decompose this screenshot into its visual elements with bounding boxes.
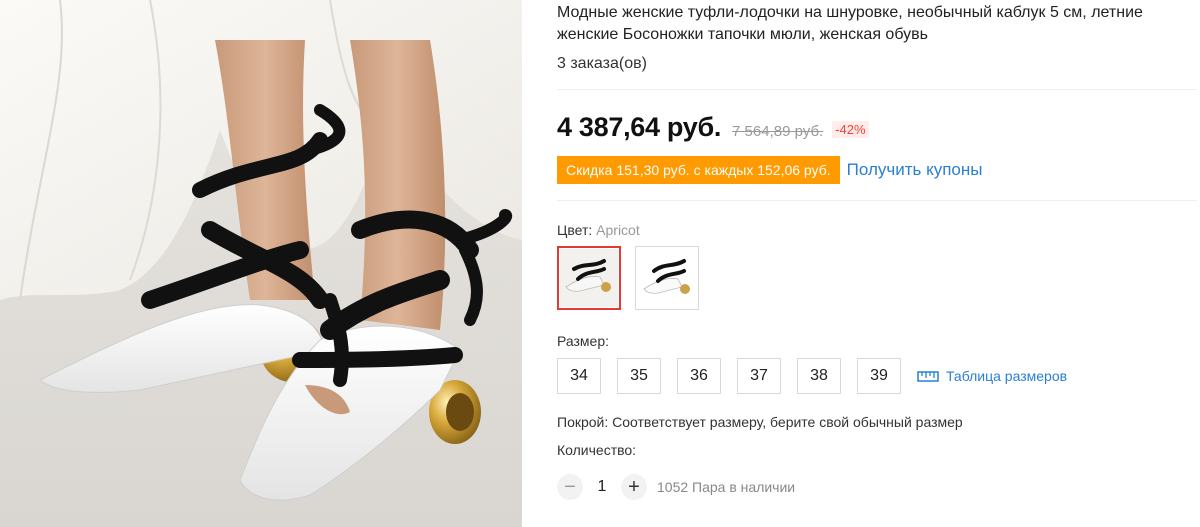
- size-label: Размер:: [557, 333, 610, 349]
- quantity-stepper: − 1 + 1052 Пара в наличии: [557, 474, 795, 500]
- size-option-34[interactable]: 34: [557, 358, 601, 394]
- stock-info: 1052 Пара в наличии: [657, 479, 796, 495]
- coupon-tag: Скидка 151,30 руб. с каждых 152,06 руб.: [557, 156, 840, 184]
- discount-badge: -42%: [832, 121, 869, 138]
- size-option-38[interactable]: 38: [797, 358, 841, 394]
- black-white-shoe-thumb: [560, 249, 618, 307]
- plus-icon: +: [628, 475, 640, 498]
- minus-icon: −: [564, 475, 576, 498]
- product-photo: [0, 0, 522, 527]
- divider: [557, 89, 1197, 90]
- size-options: 34 35 36 37 38 39 Таблица размеров: [557, 358, 1067, 394]
- increase-quantity-button[interactable]: +: [621, 474, 647, 500]
- color-swatch-apricot[interactable]: [557, 246, 621, 310]
- orders-count: 3 заказа(ов): [557, 55, 647, 72]
- color-label-row: Цвет: Apricot: [557, 222, 640, 238]
- white-black-shoe-thumb: [638, 249, 696, 307]
- color-swatches: [557, 246, 699, 310]
- decrease-quantity-button[interactable]: −: [557, 474, 583, 500]
- price-row: 4 387,64 руб. 7 564,89 руб. -42%: [557, 112, 869, 143]
- get-coupons-link[interactable]: Получить купоны: [847, 160, 983, 180]
- size-option-37[interactable]: 37: [737, 358, 781, 394]
- coupon-row: Скидка 151,30 руб. с каждых 152,06 руб. …: [557, 156, 982, 184]
- fit-info: Покрой: Соответствует размеру, берите св…: [557, 414, 963, 430]
- color-value: Apricot: [596, 222, 640, 238]
- quantity-value[interactable]: 1: [583, 478, 621, 496]
- color-label: Цвет:: [557, 222, 593, 238]
- size-option-36[interactable]: 36: [677, 358, 721, 394]
- color-swatch-white[interactable]: [635, 246, 699, 310]
- product-image[interactable]: [0, 0, 522, 527]
- product-title: Модные женские туфли-лодочки на шнуровке…: [557, 4, 1143, 43]
- old-price: 7 564,89 руб.: [732, 123, 824, 140]
- divider: [557, 200, 1197, 201]
- quantity-label: Количество:: [557, 442, 637, 458]
- ruler-icon: [917, 371, 939, 382]
- current-price: 4 387,64 руб.: [557, 112, 722, 142]
- size-option-35[interactable]: 35: [617, 358, 661, 394]
- size-table-label: Таблица размеров: [946, 368, 1068, 384]
- size-table-link[interactable]: Таблица размеров: [917, 368, 1067, 384]
- size-option-39[interactable]: 39: [857, 358, 901, 394]
